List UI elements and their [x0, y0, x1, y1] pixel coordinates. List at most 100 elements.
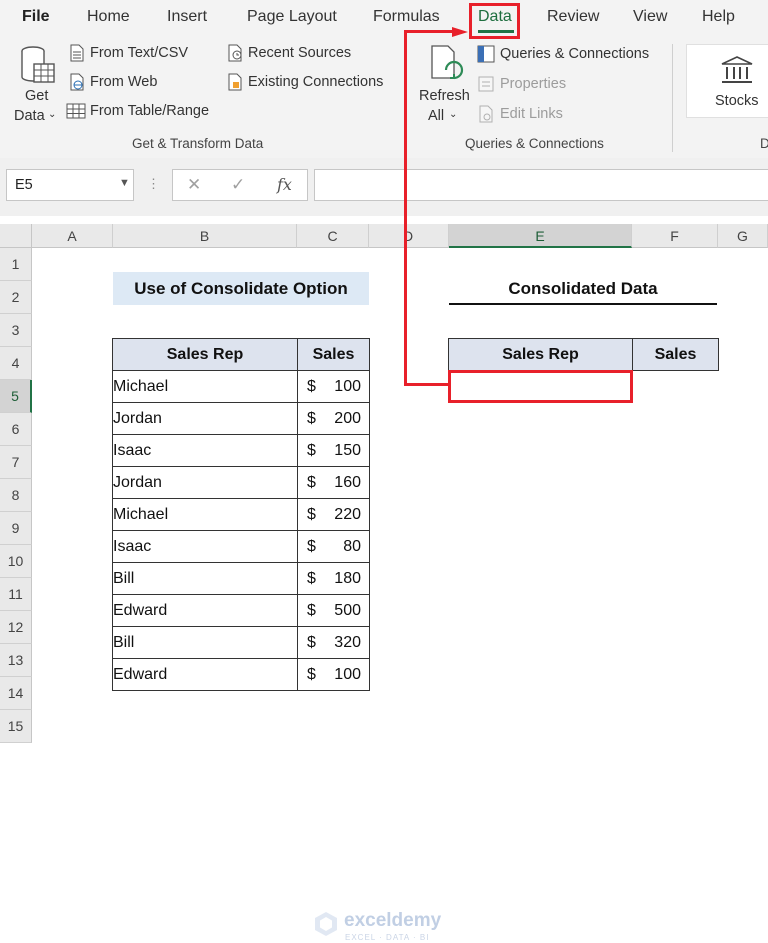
name-box[interactable]: E5 ▼ — [6, 169, 134, 201]
queries-connections-button[interactable]: Queries & Connections — [500, 46, 649, 62]
tab-home[interactable]: Home — [87, 0, 130, 36]
tab-page-layout[interactable]: Page Layout — [247, 0, 337, 36]
column-header-e[interactable]: E — [449, 224, 632, 248]
watermark-tagline: EXCEL · DATA · BI — [345, 933, 430, 942]
cell-sales[interactable]: $80 — [297, 530, 370, 563]
insert-function-icon[interactable]: fx — [277, 175, 292, 194]
cell-sales[interactable]: $500 — [297, 594, 370, 627]
column-header-b[interactable]: B — [113, 224, 297, 248]
cell-rep[interactable]: Isaac — [112, 530, 298, 563]
sales-value: 320 — [334, 634, 361, 651]
currency-symbol: $ — [307, 538, 316, 555]
cell-rep[interactable]: Isaac — [112, 434, 298, 467]
column-header-c[interactable]: C — [297, 224, 369, 248]
cell-sales[interactable]: $320 — [297, 626, 370, 659]
tab-help[interactable]: Help — [702, 0, 735, 36]
table-row: Isaac $80 — [112, 530, 370, 563]
cell-sales[interactable]: $180 — [297, 562, 370, 595]
enter-check-icon[interactable]: ✓ — [231, 175, 245, 195]
stocks-label: Stocks — [715, 93, 759, 109]
table-row: Jordan $160 — [112, 466, 370, 499]
row-header-7[interactable]: 7 — [0, 446, 32, 479]
sales-value: 80 — [343, 538, 361, 555]
cell-sales[interactable]: $220 — [297, 498, 370, 531]
selected-cell-e5[interactable] — [448, 370, 633, 403]
cell-rep[interactable]: Michael — [112, 498, 298, 531]
tab-review[interactable]: Review — [547, 0, 599, 36]
cell-rep[interactable]: Edward — [112, 658, 298, 691]
cell-sales[interactable]: $150 — [297, 434, 370, 467]
existing-connections-button[interactable]: Existing Connections — [248, 74, 383, 90]
cell-sales[interactable]: $160 — [297, 466, 370, 499]
formula-input[interactable] — [314, 169, 768, 201]
cell-rep[interactable]: Jordan — [112, 466, 298, 499]
currency-symbol: $ — [307, 474, 316, 491]
row-header-13[interactable]: 13 — [0, 644, 32, 677]
row-header-5[interactable]: 5 — [0, 380, 32, 413]
consolidated-title[interactable]: Consolidated Data — [449, 272, 717, 305]
formula-bar-grip-icon: ⋮ — [147, 176, 160, 191]
row-header-9[interactable]: 9 — [0, 512, 32, 545]
row-header-8[interactable]: 8 — [0, 479, 32, 512]
table-row: Michael $220 — [112, 498, 370, 531]
header-sales[interactable]: Sales — [297, 338, 370, 371]
cell-rep[interactable]: Jordan — [112, 402, 298, 435]
header-sales-rep[interactable]: Sales Rep — [112, 338, 298, 371]
chevron-down-icon[interactable]: ▼ — [119, 177, 130, 189]
cell-sales[interactable]: $200 — [297, 402, 370, 435]
row-header-14[interactable]: 14 — [0, 677, 32, 710]
table-row: Jordan $200 — [112, 402, 370, 435]
stocks-button[interactable]: Stocks — [686, 44, 768, 118]
table-row: Edward $100 — [112, 658, 370, 691]
row-header-1[interactable]: 1 — [0, 248, 32, 281]
row-header-12[interactable]: 12 — [0, 611, 32, 644]
row-header-3[interactable]: 3 — [0, 314, 32, 347]
refresh-all-button[interactable] — [428, 44, 468, 93]
cell-rep[interactable]: Bill — [112, 626, 298, 659]
consolidated-header-sales[interactable]: Sales — [632, 338, 719, 371]
row-header-4[interactable]: 4 — [0, 347, 32, 380]
cell-sales[interactable]: $100 — [297, 658, 370, 691]
table-row: Bill $180 — [112, 562, 370, 595]
cell-rep[interactable]: Edward — [112, 594, 298, 627]
sales-value: 150 — [334, 442, 361, 459]
recent-sources-icon — [226, 44, 244, 67]
watermark-name: exceldemy — [344, 910, 442, 931]
formula-buttons: ✕ ✓ fx — [172, 169, 308, 201]
currency-symbol: $ — [307, 570, 316, 587]
tab-view[interactable]: View — [633, 0, 667, 36]
tab-file[interactable]: File — [22, 0, 50, 36]
recent-sources-button[interactable]: Recent Sources — [248, 45, 351, 61]
row-header-15[interactable]: 15 — [0, 710, 32, 743]
sheet-title[interactable]: Use of Consolidate Option — [113, 272, 369, 305]
consolidated-table: Sales Rep Sales — [448, 338, 719, 371]
select-all-corner[interactable] — [0, 224, 32, 248]
currency-symbol: $ — [307, 442, 316, 459]
row-header-6[interactable]: 6 — [0, 413, 32, 446]
bank-building-icon — [721, 56, 753, 83]
refresh-icon — [431, 45, 464, 80]
cell-rep[interactable]: Bill — [112, 562, 298, 595]
edit-links-button[interactable]: Edit Links — [500, 106, 563, 122]
cell-sales[interactable]: $100 — [297, 370, 370, 403]
get-data-label-2: Data — [14, 108, 45, 124]
column-header-d[interactable]: D — [369, 224, 449, 248]
row-header-10[interactable]: 10 — [0, 545, 32, 578]
column-header-f[interactable]: F — [632, 224, 718, 248]
cancel-icon[interactable]: ✕ — [187, 175, 201, 195]
tab-insert[interactable]: Insert — [167, 0, 207, 36]
from-table-range-button[interactable]: From Table/Range — [90, 103, 209, 119]
row-header-2[interactable]: 2 — [0, 281, 32, 314]
from-web-button[interactable]: From Web — [90, 74, 157, 90]
consolidated-header-sales-rep[interactable]: Sales Rep — [448, 338, 633, 371]
sales-table: Sales Rep Sales Michael $100 Jordan $200 I… — [112, 338, 370, 691]
get-data-label-1: Get — [25, 88, 49, 104]
properties-button[interactable]: Properties — [500, 76, 566, 92]
worksheet-grid[interactable]: A B C D E F G 1 2 3 4 5 6 7 8 9 10 11 12… — [0, 216, 768, 942]
from-text-csv-button[interactable]: From Text/CSV — [90, 45, 188, 61]
sales-value: 160 — [334, 474, 361, 491]
column-header-a[interactable]: A — [32, 224, 113, 248]
row-header-11[interactable]: 11 — [0, 578, 32, 611]
column-header-g[interactable]: G — [718, 224, 768, 248]
cell-rep[interactable]: Michael — [112, 370, 298, 403]
